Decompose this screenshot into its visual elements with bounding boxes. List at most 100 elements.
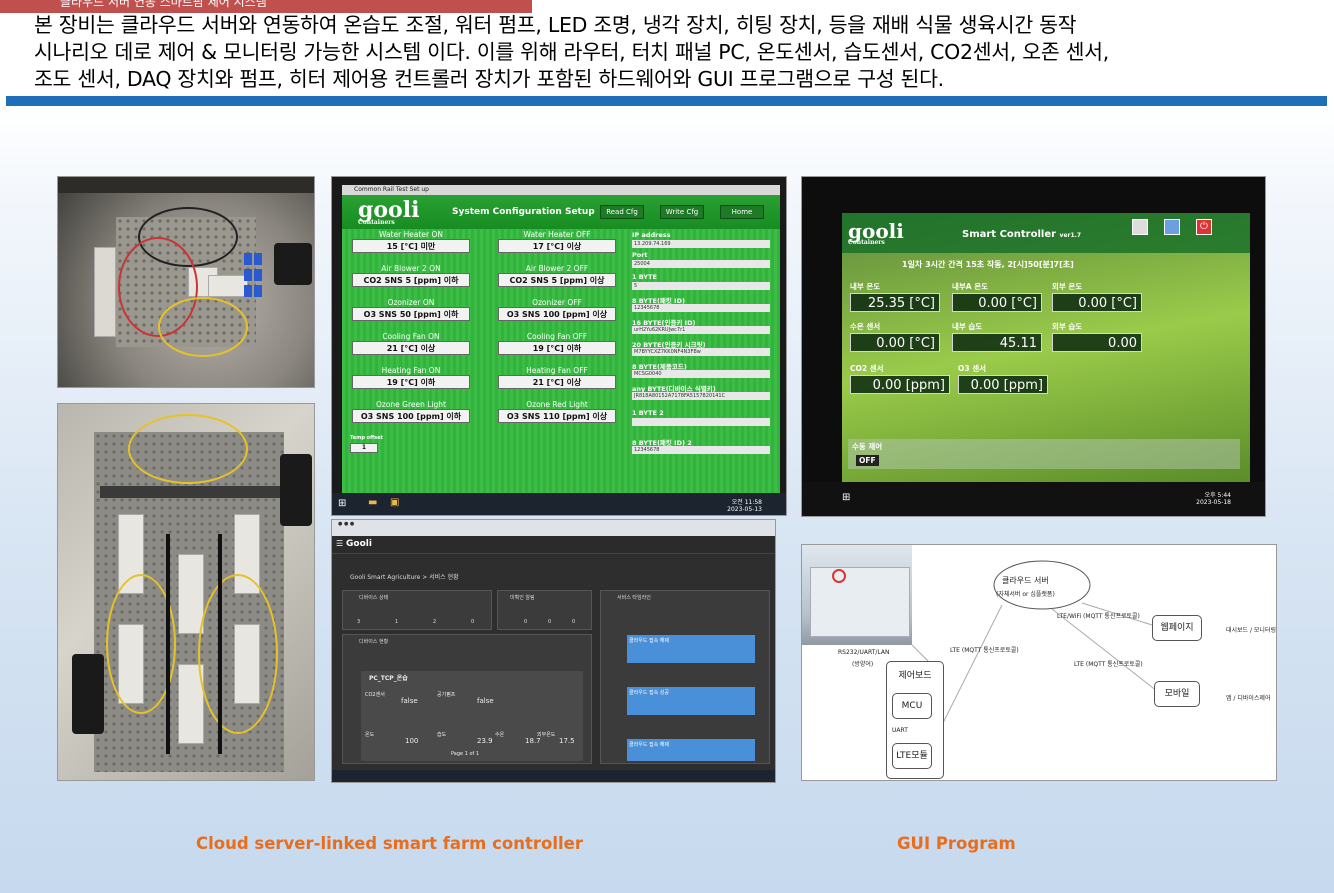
right-field-input[interactable] (632, 418, 770, 426)
pause-button[interactable] (1132, 219, 1148, 235)
table-cell-label: 수온 (495, 732, 505, 738)
setting-value[interactable]: 17 [°C] 이상 (498, 239, 616, 253)
setting-value[interactable]: 19 [°C] 이하 (498, 341, 616, 355)
caption-hardware: Cloud server-linked smart farm controlle… (196, 834, 583, 853)
setting-label: Heating Fan ON (381, 366, 441, 375)
section-title: 클라우드 서버 연동 스마트팜 제어 시스템 (60, 0, 267, 9)
timeline-card[interactable]: 클라우드 접속 성공 (627, 687, 755, 715)
mobile-node: 모바일 (1154, 681, 1200, 707)
manual-control-toggle[interactable]: OFF (856, 455, 879, 466)
app-icon[interactable]: ▣ (390, 497, 399, 508)
windows-start-icon[interactable]: ⊞ (338, 498, 346, 509)
dashboard-brand: Gooli (346, 539, 372, 549)
timeline-card[interactable]: 클라우드 접속 해제 (627, 739, 755, 761)
browser-chrome: ● ● ● (332, 520, 775, 536)
reading-value: 0.00 [°C] (1052, 293, 1142, 312)
setting-value[interactable]: O3 SNS 100 [ppm] 이상 (498, 307, 616, 321)
timeline-card[interactable]: 클라우드 접속 해제 (627, 635, 755, 663)
serial-sub: (방양어) (852, 661, 874, 668)
pagination[interactable]: Page 1 of 1 (451, 751, 479, 757)
temp-offset-input[interactable]: 1 (350, 443, 378, 453)
right-field-input[interactable]: MCSG0040 (632, 370, 770, 378)
folder-icon[interactable]: ▬ (368, 497, 377, 508)
settings-button[interactable] (1164, 219, 1180, 235)
config-title: System Configuration Setup (452, 207, 595, 217)
setting-value[interactable]: O3 SNS 50 [ppm] 이하 (352, 307, 470, 321)
device-count: 2 (433, 619, 437, 625)
right-field-label: IP address (632, 231, 671, 239)
panel-title: 디바이스 현황 (359, 639, 389, 645)
dashboard-taskbar (332, 770, 775, 782)
write-cfg-button[interactable]: Write Cfg (660, 205, 704, 219)
intro-line-2: 시나리오 데로 제어 & 모니터링 가능한 시스템 이다. 이를 위해 라우터,… (34, 40, 1109, 64)
config-window: Common Rail Test Set up gooli Containers … (342, 185, 780, 493)
setting-label: Air Blower 2 ON (381, 264, 441, 273)
webpage-node: 웹페이지 (1152, 615, 1202, 641)
config-screen-photo: Common Rail Test Set up gooli Containers … (331, 176, 787, 516)
device-count: 1 (395, 619, 399, 625)
menu-icon[interactable]: ☰ (336, 539, 343, 548)
serial-label: RS232/UART/LAN (838, 649, 890, 656)
reading-value: 25.35 [°C] (850, 293, 940, 312)
right-field-input[interactable]: 25004 (632, 260, 770, 268)
right-field-label: 1 BYTE 2 (632, 409, 664, 417)
alerts-panel: 미확인 알림 0 0 0 (497, 590, 592, 630)
config-header: gooli Containers System Configuration Set… (342, 195, 780, 229)
right-field-label: Port (632, 251, 648, 259)
table-cell-value: false (477, 697, 494, 705)
manual-control-label: 수동 제어 (852, 442, 883, 451)
power-icon[interactable]: ⏻ (1196, 219, 1212, 235)
reading-label: CO2 센서 (850, 364, 884, 373)
setting-value[interactable]: 19 [°C] 이하 (352, 375, 470, 389)
setting-label: Heating Fan OFF (526, 366, 588, 375)
setting-value[interactable]: O3 SNS 110 [ppm] 이상 (498, 409, 616, 423)
table-cell-label: 습도 (437, 732, 447, 738)
home-button[interactable]: Home (720, 205, 764, 219)
windows-start-icon[interactable]: ⊞ (842, 492, 850, 503)
setting-value[interactable]: CO2 SNS 5 [ppm] 이하 (352, 273, 470, 287)
alert-count: 0 (548, 619, 552, 625)
right-field-input[interactable]: JR818A80152A7178FA5157820141C (632, 392, 770, 400)
mobile-desc: 앱 / 디바이스제어 (1226, 695, 1271, 702)
reading-value: 45.11 (952, 333, 1042, 352)
panel-title: 디바이스 상태 (359, 595, 389, 601)
read-cfg-button[interactable]: Read Cfg (600, 205, 644, 219)
control-board-label: 제어보드 (898, 671, 932, 681)
right-field-input[interactable]: 12345678 (632, 446, 770, 454)
reading-label: 내부 습도 (952, 322, 983, 331)
setting-value[interactable]: O3 SNS 100 [ppm] 이하 (352, 409, 470, 423)
device-count: 3 (357, 619, 361, 625)
timeline-panel: 서비스 타임라인 클라우드 접속 해제 클라우드 접속 성공 클라우드 접속 해… (600, 590, 770, 764)
manual-control-bar: 수동 제어 OFF (848, 439, 1240, 469)
right-field-input[interactable]: urH2Yu62KRUJwc7r1 (632, 326, 770, 334)
table-cell-label: 공기펌프 (437, 692, 456, 698)
reading-value: 0.00 [°C] (952, 293, 1042, 312)
right-field-label: 1 BYTE (632, 273, 657, 281)
taskbar-clock: 오후 5:44 2023-05-18 (1196, 492, 1231, 506)
setting-label: Ozonizer ON (387, 298, 435, 307)
setting-value[interactable]: 15 [°C] 미만 (352, 239, 470, 253)
setting-value[interactable]: 21 [°C] 이상 (498, 375, 616, 389)
schedule-text: 1일차 3시간 간격 15초 작동, 2[시]50[분]7[초] (902, 260, 1074, 269)
table-cell-value: 23.9 (477, 737, 493, 745)
table-cell-label: 외부온도 (537, 732, 556, 738)
setting-label: Air Blower 2 OFF (525, 264, 589, 273)
reading-label: 외부 습도 (1052, 322, 1083, 331)
right-field-input[interactable]: M7BYYCXZ7KK0NF4N3FBw (632, 348, 770, 356)
right-field-input[interactable]: 12345678 (632, 304, 770, 312)
alert-count: 0 (572, 619, 576, 625)
device-table: PC_TCP_온습 CO2센서 false 공기펌프 false 온도 100 … (361, 671, 583, 761)
right-field-input[interactable]: 13.209.74.169 (632, 240, 770, 248)
table-cell-value: 18.7 (525, 737, 541, 745)
link-lte-label: LTE (MQTT 통신프로토콜) (950, 647, 1019, 654)
device-status-panel: 디바이스 상태 3 1 2 0 (342, 590, 492, 630)
right-field-input[interactable]: 5 (632, 282, 770, 290)
config-body: Water Heater ON 15 [°C] 미만 Water Heater … (342, 229, 780, 493)
setting-value[interactable]: 21 [°C] 이상 (352, 341, 470, 355)
taskbar-clock: 오전 11:58 2023-05-13 (727, 499, 762, 513)
device-name: PC_TCP_온습 (369, 675, 408, 682)
reading-value: 0.00 [°C] (850, 333, 940, 352)
mcu-node: MCU (892, 693, 932, 719)
setting-value[interactable]: CO2 SNS 5 [ppm] 이상 (498, 273, 616, 287)
setting-label: Cooling Fan OFF (526, 332, 588, 341)
